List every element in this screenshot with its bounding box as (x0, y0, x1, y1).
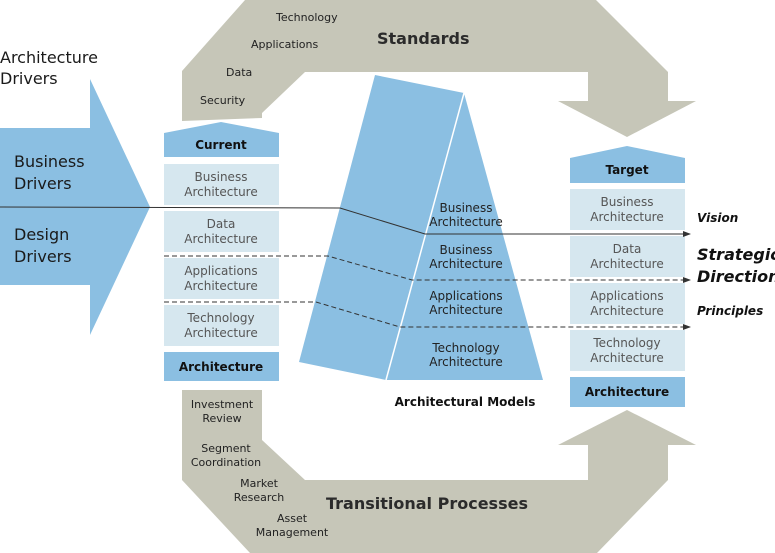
standard-item: Applications (251, 38, 318, 51)
model-layer-label: Architecture (429, 303, 502, 317)
transition-item: Asset (277, 512, 308, 525)
box-label: Architecture (184, 279, 257, 293)
model-layer-label: Architecture (429, 215, 502, 229)
transition-item: Research (234, 491, 284, 504)
box-label: Architecture (184, 326, 257, 340)
transition-item: Review (202, 412, 241, 425)
design-drivers-1: Design (14, 225, 69, 244)
principles-label: Principles (697, 304, 763, 318)
box-label: Business (195, 170, 248, 184)
box-label: Data (613, 242, 642, 256)
standard-item: Technology (275, 11, 338, 24)
transition-item: Segment (201, 442, 251, 455)
models-title: Architectural Models (395, 395, 536, 409)
box-label: Architecture (184, 232, 257, 246)
vision-label: Vision (697, 211, 738, 225)
box-label: Architecture (590, 304, 663, 318)
box-label: Business (601, 195, 654, 209)
model-layer-label: Technology (431, 341, 499, 355)
model-layer-label: Applications (429, 289, 502, 303)
standards-title: Standards (377, 29, 469, 48)
transitional-title: Transitional Processes (326, 494, 528, 513)
model-layer-label: Business (440, 201, 493, 215)
model-layer-label: Business (440, 243, 493, 257)
business-drivers-1: Business (14, 152, 85, 171)
standard-item: Security (200, 94, 246, 107)
target-footer-label: Architecture (585, 385, 669, 399)
box-label: Applications (184, 264, 257, 278)
transition-item: Market (240, 477, 278, 490)
box-label: Technology (592, 336, 660, 350)
box-label: Architecture (184, 185, 257, 199)
box-label: Technology (186, 311, 254, 325)
model-layer-label: Architecture (429, 257, 502, 271)
box-label: Data (207, 217, 236, 231)
box-label: Architecture (590, 257, 663, 271)
drivers-title-1: Architecture (0, 48, 98, 67)
strategic-label: Strategic (697, 245, 775, 264)
box-label: Architecture (590, 351, 663, 365)
architecture-diagram: Architecture Drivers Business Drivers De… (0, 0, 775, 553)
target-header-label: Target (605, 163, 648, 177)
business-drivers-2: Drivers (14, 174, 72, 193)
current-header-label: Current (195, 138, 247, 152)
model-layer-label: Architecture (429, 355, 502, 369)
standard-item: Data (226, 66, 252, 79)
design-drivers-2: Drivers (14, 247, 72, 266)
box-label: Applications (590, 289, 663, 303)
transition-item: Investment (191, 398, 254, 411)
drivers-title-2: Drivers (0, 69, 58, 88)
box-label: Architecture (590, 210, 663, 224)
transition-item: Management (256, 526, 329, 539)
current-footer-label: Architecture (179, 360, 263, 374)
transition-item: Coordination (191, 456, 261, 469)
direction-label: Direction (697, 267, 775, 286)
